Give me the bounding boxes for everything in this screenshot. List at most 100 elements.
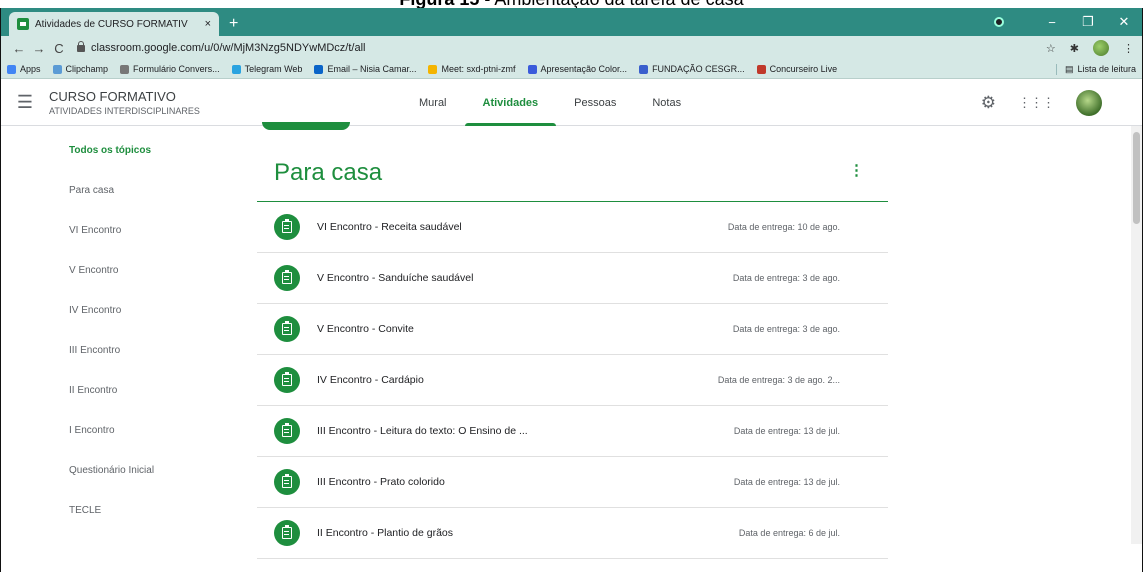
bookmark-favicon-icon bbox=[527, 64, 537, 74]
tab-pessoas[interactable]: Pessoas bbox=[556, 79, 634, 126]
tab-mural[interactable]: Mural bbox=[401, 79, 465, 126]
assignment-icon bbox=[274, 214, 300, 240]
assignment-row[interactable]: VI Encontro - Receita saudável Data de en… bbox=[257, 202, 888, 253]
tab-close-icon[interactable]: × bbox=[205, 18, 211, 30]
assignment-row[interactable]: V Encontro - Convite Data de entrega: 3 d… bbox=[257, 304, 888, 355]
topic-section: Para casa ⋮ VI Encontro - Receita saudáv… bbox=[257, 159, 888, 559]
page-scrollbar[interactable] bbox=[1131, 126, 1142, 544]
address-bar: ← → C classroom.google.com/u/0/w/MjM3Nzg… bbox=[1, 36, 1142, 60]
bookmark-star-icon[interactable]: ☆ bbox=[1046, 42, 1056, 55]
sidebar-topic-item[interactable]: II Encontro bbox=[69, 385, 154, 425]
maximize-button[interactable]: ❐ bbox=[1070, 14, 1106, 30]
browser-menu-icon[interactable]: ⋮ bbox=[1123, 42, 1134, 55]
sidebar-topic-item[interactable]: III Encontro bbox=[69, 345, 154, 385]
bookmark-favicon-icon bbox=[52, 64, 62, 74]
browser-tab[interactable]: Atividades de CURSO FORMATIV × bbox=[9, 12, 219, 36]
reading-list-icon: ▤ bbox=[1064, 63, 1074, 74]
bookmark-item[interactable]: Telegram Web bbox=[231, 64, 303, 74]
sidebar-topic-item[interactable]: V Encontro bbox=[69, 265, 154, 305]
bookmark-label: Email – Nisia Camar... bbox=[327, 64, 417, 74]
caption-text: - Ambientação da tarefa de casa bbox=[479, 0, 743, 8]
section-options-icon[interactable]: ⋮ bbox=[849, 161, 864, 179]
extensions-icon[interactable]: ✱ bbox=[1070, 42, 1079, 55]
bookmark-favicon-icon bbox=[756, 64, 766, 74]
bookmark-item[interactable]: Clipchamp bbox=[52, 64, 109, 74]
profile-avatar[interactable] bbox=[1093, 40, 1109, 56]
assignment-row[interactable]: IV Encontro - Cardápio Data de entrega: 3… bbox=[257, 355, 888, 406]
assignment-row[interactable]: II Encontro - Plantio de grãos Data de en… bbox=[257, 508, 888, 559]
close-window-button[interactable]: ✕ bbox=[1106, 14, 1142, 30]
bookmark-label: FUNDAÇÃO CESGR... bbox=[652, 64, 745, 74]
bookmark-favicon-icon bbox=[7, 64, 16, 74]
reading-list-button[interactable]: ▤ Lista de leitura bbox=[1055, 63, 1136, 75]
assignment-row[interactable]: III Encontro - Leitura do texto: O Ensin… bbox=[257, 406, 888, 457]
bookmark-label: Telegram Web bbox=[244, 64, 303, 74]
classroom-favicon-icon bbox=[17, 18, 29, 30]
scrollbar-thumb[interactable] bbox=[1133, 132, 1140, 224]
bookmark-item[interactable]: FUNDAÇÃO CESGR... bbox=[639, 64, 745, 74]
assignment-title: VI Encontro - Receita saudável bbox=[317, 221, 462, 233]
sidebar-topic-item[interactable]: TECLE bbox=[69, 505, 154, 545]
course-subtitle: ATIVIDADES INTERDISCIPLINARES bbox=[49, 105, 200, 116]
figure-caption: Figura 15 - Ambientação da tarefa de cas… bbox=[0, 0, 1143, 8]
tab-strip: Atividades de CURSO FORMATIV × + − ❐ ✕ bbox=[1, 8, 1142, 36]
bookmark-favicon-icon bbox=[314, 64, 324, 74]
bookmark-favicon-icon bbox=[231, 64, 241, 74]
sidebar-topic-item[interactable]: VI Encontro bbox=[69, 225, 154, 265]
section-title: Para casa bbox=[274, 159, 383, 186]
assignment-list: VI Encontro - Receita saudável Data de en… bbox=[257, 202, 888, 559]
page-content: Todos os tópicos Para casa VI Encontro V En… bbox=[1, 122, 1142, 559]
assignment-due-date: Data de entrega: 3 de ago. 2... bbox=[717, 375, 840, 385]
forward-button[interactable]: → bbox=[29, 41, 49, 56]
bookmark-label: Concurseiro Live bbox=[769, 64, 838, 74]
back-button[interactable]: ← bbox=[9, 41, 29, 56]
hamburger-menu-icon[interactable]: ☰ bbox=[1, 92, 49, 113]
bookmark-item[interactable]: Concurseiro Live bbox=[756, 64, 838, 74]
bookmark-label: Apps bbox=[20, 64, 41, 74]
create-button-edge[interactable] bbox=[262, 122, 350, 130]
assignment-icon bbox=[274, 520, 300, 546]
bookmark-item[interactable]: Apresentação Color... bbox=[527, 64, 628, 74]
assignment-due-date: Data de entrega: 10 de ago. bbox=[727, 222, 840, 232]
settings-gear-icon[interactable]: ⚙ bbox=[981, 93, 996, 113]
lock-icon bbox=[77, 40, 85, 52]
record-indicator-icon[interactable] bbox=[994, 17, 1004, 27]
sidebar-topic-item[interactable]: I Encontro bbox=[69, 425, 154, 465]
assignment-title: III Encontro - Leitura do texto: O Ensin… bbox=[317, 425, 528, 437]
bookmark-favicon-icon bbox=[428, 64, 438, 74]
bookmark-item[interactable]: Formulário Convers... bbox=[120, 64, 220, 74]
sidebar-topic-item[interactable]: Questionário Inicial bbox=[69, 465, 154, 505]
user-avatar[interactable] bbox=[1076, 89, 1102, 116]
assignment-icon bbox=[274, 367, 300, 393]
sidebar-topic-item[interactable]: Para casa bbox=[69, 185, 154, 225]
course-title[interactable]: CURSO FORMATIVO ATIVIDADES INTERDISCIPLI… bbox=[49, 89, 200, 116]
bookmark-item[interactable]: Email – Nisia Camar... bbox=[314, 64, 416, 74]
assignment-icon bbox=[274, 418, 300, 444]
assignment-title: V Encontro - Sanduíche saudável bbox=[317, 272, 474, 284]
sidebar-topic-item[interactable]: Todos os tópicos bbox=[69, 145, 154, 185]
bookmark-item[interactable]: Meet: sxd-ptni-zmf bbox=[428, 64, 516, 74]
url-field[interactable]: classroom.google.com/u/0/w/MjM3Nzg5NDYwM… bbox=[77, 40, 1046, 54]
tab-notas[interactable]: Notas bbox=[634, 79, 699, 126]
assignment-row[interactable]: III Encontro - Prato colorido Data de ent… bbox=[257, 457, 888, 508]
bookmark-label: Meet: sxd-ptni-zmf bbox=[441, 64, 516, 74]
google-apps-icon[interactable]: ⋮⋮⋮ bbox=[1018, 95, 1055, 111]
bookmarks-bar: Apps Clipchamp Formulário Convers... Telegr… bbox=[1, 60, 1142, 79]
tab-atividades[interactable]: Atividades bbox=[464, 79, 557, 126]
sidebar-topic-item[interactable]: IV Encontro bbox=[69, 305, 154, 345]
assignment-icon bbox=[274, 316, 300, 342]
assignment-due-date: Data de entrega: 3 de ago. bbox=[732, 273, 840, 283]
assignment-icon bbox=[274, 265, 300, 291]
topics-sidebar: Todos os tópicos Para casa VI Encontro V En… bbox=[69, 145, 154, 545]
assignment-title: III Encontro - Prato colorido bbox=[317, 476, 445, 488]
new-tab-button[interactable]: + bbox=[229, 15, 238, 33]
reload-button[interactable]: C bbox=[49, 41, 69, 56]
bookmark-label: Apresentação Color... bbox=[540, 64, 628, 74]
assignment-title: IV Encontro - Cardápio bbox=[317, 374, 424, 386]
bookmark-item[interactable]: Apps bbox=[7, 64, 41, 74]
assignment-due-date: Data de entrega: 3 de ago. bbox=[732, 324, 840, 334]
assignment-icon bbox=[274, 469, 300, 495]
assignment-row[interactable]: V Encontro - Sanduíche saudável Data de e… bbox=[257, 253, 888, 304]
bookmark-label: Clipchamp bbox=[65, 64, 109, 74]
minimize-button[interactable]: − bbox=[1034, 15, 1070, 30]
